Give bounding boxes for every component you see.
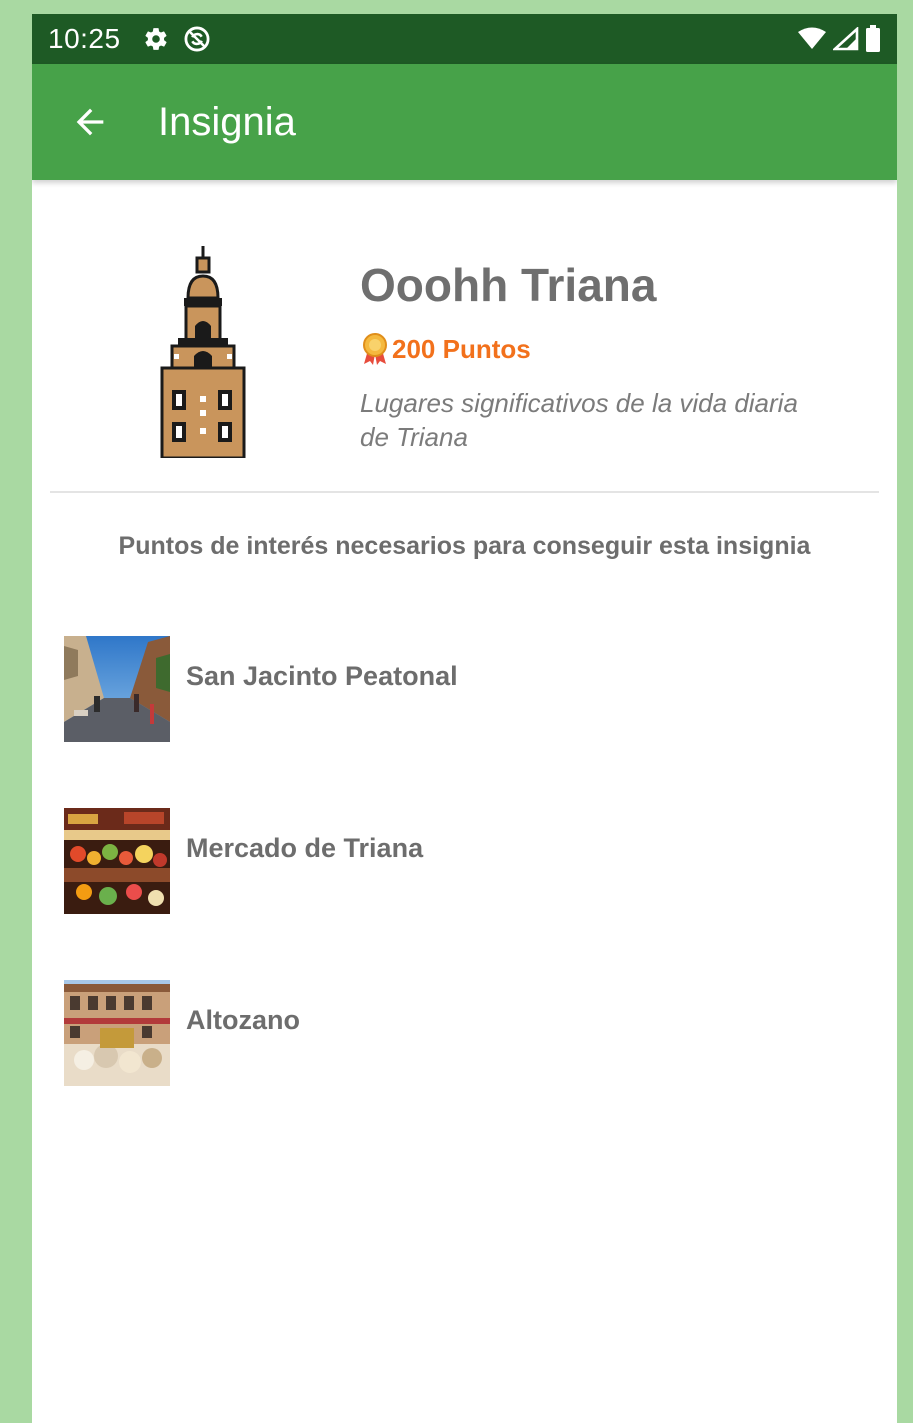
signal-icon	[833, 27, 859, 51]
badge-description: Lugares significativos de la vida diaria…	[360, 388, 798, 452]
arrow-back-icon	[76, 108, 104, 136]
page-title: Insignia	[158, 99, 296, 144]
poi-item-altozano[interactable]: Altozano	[64, 980, 864, 1086]
status-bar: 10:25	[32, 14, 897, 64]
medal-icon	[363, 333, 387, 365]
status-time: 10:25	[48, 23, 121, 54]
tower-icon	[160, 246, 246, 458]
back-button[interactable]	[60, 92, 120, 152]
poi-item-label: San Jacinto Peatonal	[186, 660, 458, 691]
poi-item-mercado-triana[interactable]: Mercado de Triana	[64, 808, 864, 914]
gear-icon	[143, 26, 169, 52]
poi-section-heading: Puntos de interés necesarios para conseg…	[118, 532, 811, 560]
app-bar: Insignia	[32, 64, 897, 180]
badge-detail: Ooohh Triana 200 Puntos Lugares signific…	[32, 180, 897, 492]
market-photo	[64, 808, 170, 914]
battery-icon	[865, 25, 881, 53]
plaza-photo	[64, 980, 170, 1086]
street-photo	[64, 636, 170, 742]
badge-name: Ooohh Triana	[360, 259, 657, 311]
poi-item-label: Mercado de Triana	[186, 832, 424, 863]
phone-screen: 10:25 Insignia Ooohh Triana 200 Puntos L…	[32, 14, 897, 1423]
badge-points-value: 200 Puntos	[392, 333, 531, 364]
wifi-icon	[797, 27, 827, 51]
poi-item-label: Altozano	[186, 1004, 300, 1035]
divider	[50, 491, 879, 493]
poi-item-san-jacinto[interactable]: San Jacinto Peatonal	[64, 636, 864, 742]
no-sync-icon	[183, 25, 211, 53]
badge-points: 200 Puntos	[360, 332, 531, 366]
